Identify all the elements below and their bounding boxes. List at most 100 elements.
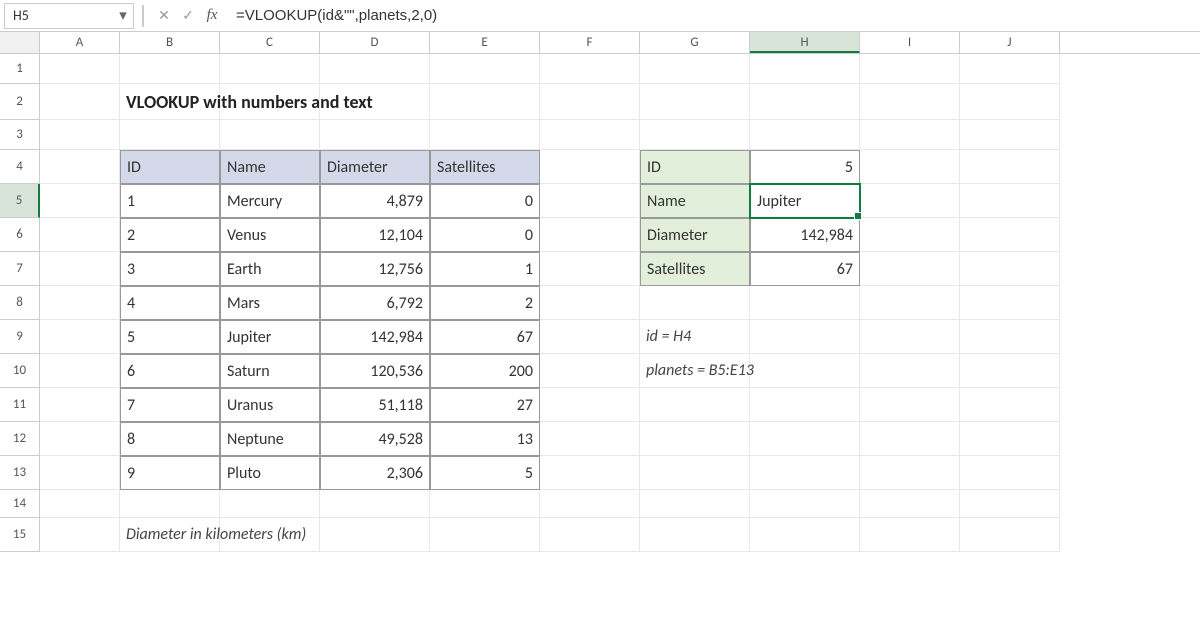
- col-header-F[interactable]: F: [540, 32, 640, 53]
- cell-I11[interactable]: [860, 388, 960, 422]
- table-cell-id[interactable]: 1: [120, 184, 220, 218]
- cell-A6[interactable]: [40, 218, 120, 252]
- table-cell-satellites[interactable]: 67: [430, 320, 540, 354]
- cell-E2[interactable]: [430, 84, 540, 120]
- cell-H9[interactable]: [750, 320, 860, 354]
- cell-F6[interactable]: [540, 218, 640, 252]
- col-header-H[interactable]: H: [750, 32, 860, 53]
- table-cell-diameter[interactable]: 4,879: [320, 184, 430, 218]
- cell-F15[interactable]: [540, 518, 640, 552]
- row-header-3[interactable]: 3: [0, 120, 40, 150]
- table-cell-diameter[interactable]: 51,118: [320, 388, 430, 422]
- cell-B1[interactable]: [120, 54, 220, 84]
- table-cell-diameter[interactable]: 12,104: [320, 218, 430, 252]
- cell-H3[interactable]: [750, 120, 860, 150]
- cell-D1[interactable]: [320, 54, 430, 84]
- cell-F14[interactable]: [540, 490, 640, 518]
- table-cell-satellites[interactable]: 13: [430, 422, 540, 456]
- row-header-7[interactable]: 7: [0, 252, 40, 286]
- cell-A8[interactable]: [40, 286, 120, 320]
- cell-I9[interactable]: [860, 320, 960, 354]
- cell-G12[interactable]: [640, 422, 750, 456]
- col-header-J[interactable]: J: [960, 32, 1060, 53]
- cell-G13[interactable]: [640, 456, 750, 490]
- table-cell-id[interactable]: 7: [120, 388, 220, 422]
- cell-I8[interactable]: [860, 286, 960, 320]
- cell-I12[interactable]: [860, 422, 960, 456]
- row-header-11[interactable]: 11: [0, 388, 40, 422]
- cell-E3[interactable]: [430, 120, 540, 150]
- cell-J12[interactable]: [960, 422, 1060, 456]
- cell-B14[interactable]: [120, 490, 220, 518]
- table-cell-satellites[interactable]: 0: [430, 184, 540, 218]
- cell-A5[interactable]: [40, 184, 120, 218]
- table-cell-id[interactable]: 6: [120, 354, 220, 388]
- cell-A15[interactable]: [40, 518, 120, 552]
- cell-C2[interactable]: [220, 84, 320, 120]
- row-header-15[interactable]: 15: [0, 518, 40, 552]
- col-header-E[interactable]: E: [430, 32, 540, 53]
- cell-F10[interactable]: [540, 354, 640, 388]
- table-cell-name[interactable]: Venus: [220, 218, 320, 252]
- row-header-1[interactable]: 1: [0, 54, 40, 84]
- enter-icon[interactable]: ✓: [176, 4, 200, 28]
- cell-J15[interactable]: [960, 518, 1060, 552]
- table-cell-satellites[interactable]: 200: [430, 354, 540, 388]
- cell-J9[interactable]: [960, 320, 1060, 354]
- cell-J3[interactable]: [960, 120, 1060, 150]
- cell-F13[interactable]: [540, 456, 640, 490]
- cell-F9[interactable]: [540, 320, 640, 354]
- lookup-value-satellites[interactable]: 67: [750, 252, 860, 286]
- cell-A10[interactable]: [40, 354, 120, 388]
- cell-H1[interactable]: [750, 54, 860, 84]
- row-header-14[interactable]: 14: [0, 490, 40, 518]
- cell-F8[interactable]: [540, 286, 640, 320]
- cell-H12[interactable]: [750, 422, 860, 456]
- chevron-down-icon[interactable]: ▾: [113, 6, 133, 25]
- table-cell-name[interactable]: Mercury: [220, 184, 320, 218]
- table-cell-name[interactable]: Neptune: [220, 422, 320, 456]
- cell-G11[interactable]: [640, 388, 750, 422]
- cell-F4[interactable]: [540, 150, 640, 184]
- cell-E1[interactable]: [430, 54, 540, 84]
- table-cell-id[interactable]: 5: [120, 320, 220, 354]
- table-cell-diameter[interactable]: 2,306: [320, 456, 430, 490]
- cell-A3[interactable]: [40, 120, 120, 150]
- cell-F3[interactable]: [540, 120, 640, 150]
- cell-C3[interactable]: [220, 120, 320, 150]
- cell-I1[interactable]: [860, 54, 960, 84]
- cell-C1[interactable]: [220, 54, 320, 84]
- table-cell-name[interactable]: Pluto: [220, 456, 320, 490]
- table-cell-name[interactable]: Uranus: [220, 388, 320, 422]
- cell-I5[interactable]: [860, 184, 960, 218]
- cell-J8[interactable]: [960, 286, 1060, 320]
- cell-J1[interactable]: [960, 54, 1060, 84]
- cell-H14[interactable]: [750, 490, 860, 518]
- row-header-13[interactable]: 13: [0, 456, 40, 490]
- cell-D2[interactable]: [320, 84, 430, 120]
- cell-H2[interactable]: [750, 84, 860, 120]
- table-cell-name[interactable]: Saturn: [220, 354, 320, 388]
- table-cell-diameter[interactable]: 49,528: [320, 422, 430, 456]
- table-cell-satellites[interactable]: 5: [430, 456, 540, 490]
- cell-I13[interactable]: [860, 456, 960, 490]
- cell-E14[interactable]: [430, 490, 540, 518]
- cell-J4[interactable]: [960, 150, 1060, 184]
- table-cell-diameter[interactable]: 12,756: [320, 252, 430, 286]
- cell-D15[interactable]: [320, 518, 430, 552]
- col-header-I[interactable]: I: [860, 32, 960, 53]
- cancel-icon[interactable]: ✕: [152, 4, 176, 28]
- formula-input[interactable]: [224, 0, 1200, 31]
- cell-G14[interactable]: [640, 490, 750, 518]
- cell-J6[interactable]: [960, 218, 1060, 252]
- table-cell-id[interactable]: 8: [120, 422, 220, 456]
- cell-F12[interactable]: [540, 422, 640, 456]
- col-header-B[interactable]: B: [120, 32, 220, 53]
- cell-H8[interactable]: [750, 286, 860, 320]
- table-cell-satellites[interactable]: 0: [430, 218, 540, 252]
- table-cell-name[interactable]: Jupiter: [220, 320, 320, 354]
- table-cell-id[interactable]: 2: [120, 218, 220, 252]
- name-box[interactable]: H5 ▾: [4, 3, 134, 29]
- cell-G1[interactable]: [640, 54, 750, 84]
- cell-C15[interactable]: [220, 518, 320, 552]
